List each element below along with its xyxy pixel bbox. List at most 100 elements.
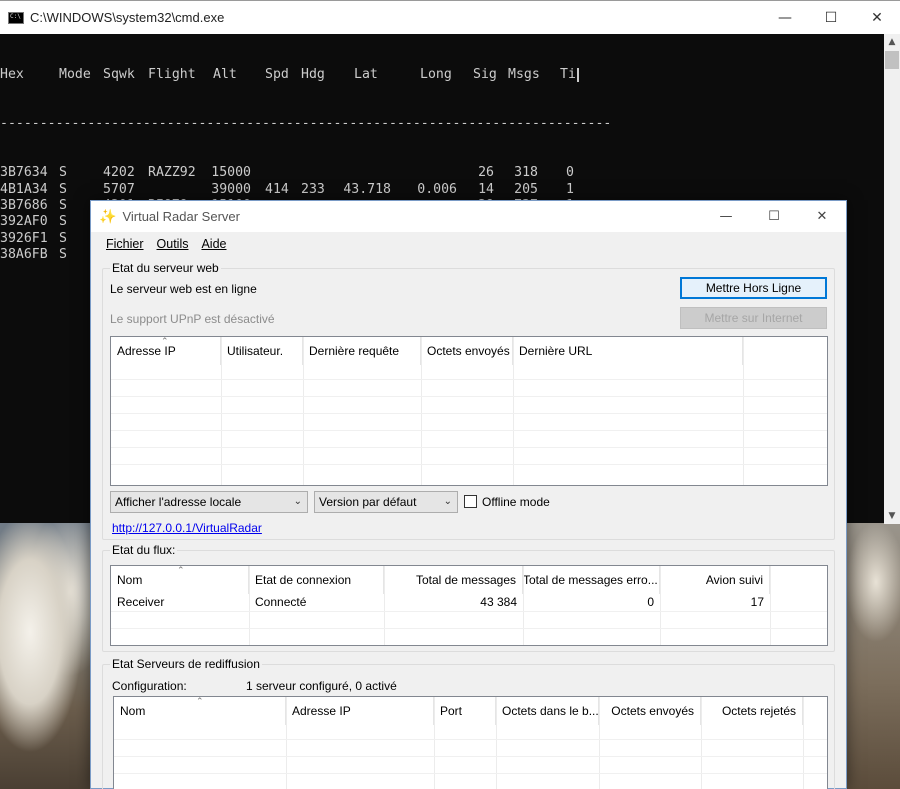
console-cell: 205 <box>514 181 538 197</box>
address-display-select[interactable]: Afficher l'adresse locale ⌄ <box>110 491 308 513</box>
web-requests-header: Adresse IP ⌃ Utilisateur. Dernière requê… <box>111 337 827 365</box>
console-cell: 26 <box>478 165 494 181</box>
console-cell: 0.006 <box>417 181 457 197</box>
console-header-cell: Long <box>420 66 452 82</box>
scroll-down-icon[interactable]: ▼ <box>884 508 900 524</box>
column-total-bad-messages[interactable]: Total de messages erro... <box>523 566 660 594</box>
menu-aide[interactable]: Aide <box>201 237 226 251</box>
console-cell: S <box>59 230 67 246</box>
vrs-titlebar[interactable]: ✨ Virtual Radar Server — ☐ ✕ <box>91 201 846 232</box>
console-header-cell: Sig <box>473 66 497 82</box>
console-cell: 43.718 <box>343 181 391 197</box>
menu-fichier-label: Fichier <box>106 237 144 251</box>
vrs-title: Virtual Radar Server <box>122 209 240 224</box>
text-cursor <box>577 67 579 82</box>
console-cell: 14 <box>478 181 494 197</box>
put-on-internet-button[interactable]: Mettre sur Internet <box>680 307 827 329</box>
feed-cell: 43 384 <box>480 595 517 609</box>
feed-row[interactable]: Receiver Connecté 43 384 0 17 <box>111 594 827 611</box>
feed-list[interactable]: Nom ⌃ Etat de connexion Total de message… <box>110 565 828 646</box>
console-cell: 38A6FB <box>0 247 48 263</box>
address-display-value: Afficher l'adresse locale <box>115 495 242 509</box>
console-cell: 4202 <box>103 165 135 181</box>
sort-ascending-icon: ⌃ <box>196 697 204 707</box>
rebroadcast-list-header: Nom ⌃ Adresse IP Port Octets dans le b..… <box>114 697 827 725</box>
feed-cell: Receiver <box>117 595 165 609</box>
configuration-label: Configuration: <box>112 679 187 693</box>
cmd-title: C:\WINDOWS\system32\cmd.exe <box>30 10 225 25</box>
column-bytes-in-buffer[interactable]: Octets dans le b... <box>496 697 599 725</box>
vrs-window: ✨ Virtual Radar Server — ☐ ✕ Fichier Out… <box>90 200 847 789</box>
web-server-url-link[interactable]: http://127.0.0.1/VirtualRadar <box>112 521 262 535</box>
console-cell: S <box>59 247 67 263</box>
console-header-cell: Sqwk <box>103 66 135 82</box>
console-header-cell: Hex <box>0 66 24 82</box>
console-cell: 15000 <box>211 165 251 181</box>
console-cell: 3B7686 <box>0 198 48 213</box>
chevron-down-icon: ⌄ <box>443 496 452 507</box>
console-cell: 414 <box>265 181 289 197</box>
console-cell: 233 <box>301 181 325 197</box>
console-header-cell: Spd <box>265 66 289 82</box>
console-cell: S <box>59 165 67 181</box>
console-cell: S <box>59 181 67 197</box>
column-bytes-rejected[interactable]: Octets rejetés <box>701 697 803 725</box>
scroll-thumb[interactable] <box>885 51 899 69</box>
feed-status-group-title: Etat du flux: <box>110 543 178 557</box>
column-bytes-sent[interactable]: Octets envoyés <box>599 697 701 725</box>
feed-cell: 17 <box>750 595 764 609</box>
maximize-icon[interactable]: ☐ <box>808 1 854 34</box>
console-cell: 4B1A34 <box>0 181 48 197</box>
minimize-icon[interactable]: — <box>702 201 750 232</box>
console-data-row: 4B1A34 S 5707 39000 414 233 43.718 0.006 14 205 1 <box>0 182 884 198</box>
rebroadcast-list[interactable]: Nom ⌃ Adresse IP Port Octets dans le b..… <box>113 696 828 789</box>
console-header-cell: Ti <box>560 66 576 82</box>
version-value: Version par défaut <box>319 495 417 509</box>
console-header-cell: Flight <box>148 66 196 82</box>
menu-outils[interactable]: Outils <box>157 237 189 251</box>
column-last-request[interactable]: Dernière requête <box>303 337 421 365</box>
console-data-row: 3B7634 S 4202 RAZZ92 15000 26 318 0 <box>0 165 884 181</box>
column-bytes-sent[interactable]: Octets envoyés <box>421 337 513 365</box>
feed-cell: Connecté <box>255 595 307 609</box>
console-cell: S <box>59 214 67 230</box>
menu-outils-label: Outils <box>156 237 189 251</box>
close-icon[interactable]: ✕ <box>854 1 900 34</box>
console-header-cell: Hdg <box>301 66 325 82</box>
chevron-down-icon: ⌄ <box>293 496 302 507</box>
column-last-url[interactable]: Dernière URL <box>513 337 743 365</box>
menu-bar: Fichier Outils Aide <box>91 232 846 256</box>
column-total-messages[interactable]: Total de messages <box>384 566 523 594</box>
console-cell: 1 <box>566 181 574 197</box>
console-cell: S <box>59 198 67 213</box>
console-cell: 318 <box>514 165 538 181</box>
console-cell: 392AF0 <box>0 214 48 230</box>
scroll-up-icon[interactable]: ▲ <box>884 34 900 50</box>
column-connection-state[interactable]: Etat de connexion <box>249 566 384 594</box>
offline-mode-checkbox[interactable] <box>464 495 477 508</box>
column-ip-address[interactable]: Adresse IP <box>286 697 434 725</box>
web-requests-list[interactable]: Adresse IP ⌃ Utilisateur. Dernière requê… <box>110 336 828 486</box>
take-offline-button[interactable]: Mettre Hors Ligne <box>680 277 827 299</box>
web-server-group-title: Etat du serveur web <box>110 261 221 275</box>
separator-line: ----------------------------------------… <box>0 116 612 132</box>
column-user[interactable]: Utilisateur. <box>221 337 303 365</box>
sort-ascending-icon: ⌃ <box>177 566 185 576</box>
console-cell: 3926F1 <box>0 230 48 246</box>
menu-fichier[interactable]: Fichier <box>106 237 144 251</box>
close-icon[interactable]: ✕ <box>798 201 846 232</box>
maximize-icon[interactable]: ☐ <box>750 201 798 232</box>
desktop-background-right <box>846 522 900 789</box>
menu-aide-label: Aide <box>201 237 227 251</box>
minimize-icon[interactable]: — <box>762 1 808 34</box>
console-header-cell: Alt <box>213 66 237 82</box>
console-header-row: Hex Mode Sqwk Flight Alt Spd Hdg Lat Long Sig Msgs… <box>0 67 884 83</box>
column-tracked-aircraft[interactable]: Avion suivi <box>660 566 770 594</box>
console-cell: 39000 <box>211 181 251 197</box>
version-select[interactable]: Version par défaut ⌄ <box>314 491 458 513</box>
cmd-titlebar[interactable]: C:\WINDOWS\system32\cmd.exe — ☐ ✕ <box>0 1 900 34</box>
rebroadcast-group-title: Etat Serveurs de rediffusion <box>110 657 262 671</box>
vrs-logo-icon: ✨ <box>99 208 117 224</box>
column-port[interactable]: Port <box>434 697 496 725</box>
cmd-scrollbar[interactable]: ▲ ▼ <box>884 34 900 524</box>
